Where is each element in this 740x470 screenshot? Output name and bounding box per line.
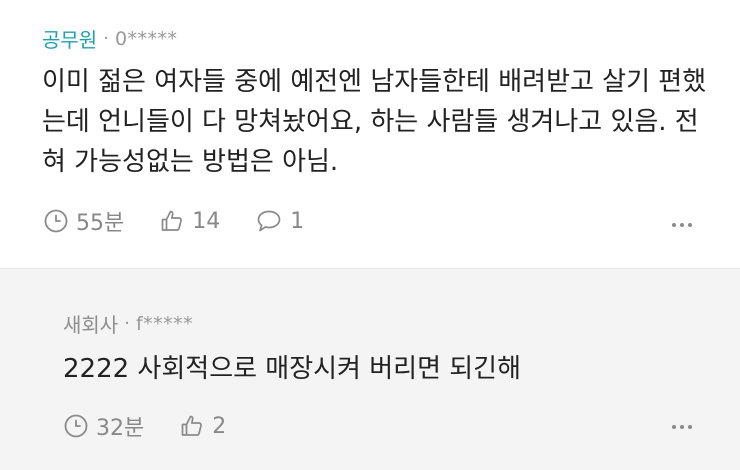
comment-username: 0***** (114, 27, 178, 50)
comment-meta: 공무원 · 0***** (42, 24, 178, 53)
more-dot (688, 223, 692, 227)
more-options-button[interactable] (672, 223, 692, 227)
reply-meta: 새회사 · f***** (63, 309, 193, 338)
reply-count: 1 (290, 208, 305, 234)
timestamp-text: 55분 (76, 211, 125, 236)
meta-separator: · (103, 28, 109, 49)
timestamp-text: 32분 (96, 416, 145, 441)
more-dots-icon (672, 223, 676, 227)
like-button[interactable]: 2 (180, 414, 226, 439)
more-dot (680, 425, 684, 429)
thumbs-up-icon (181, 415, 203, 436)
more-dot (688, 425, 692, 429)
comment-card: 공무원 · 0***** 이미 젊은 여자들 중에 예전엔 남자들한테 배려받고… (0, 0, 740, 268)
meta-separator: · (124, 313, 130, 334)
like-button[interactable]: 14 (160, 209, 220, 234)
more-options-button[interactable] (672, 425, 692, 429)
reply-username: f***** (135, 312, 194, 335)
clock-icon (44, 209, 68, 233)
like-count: 2 (212, 413, 227, 439)
reply-author[interactable]: 새회사 (63, 309, 118, 338)
more-dot (680, 223, 684, 227)
comment-author[interactable]: 공무원 (42, 24, 97, 53)
speech-bubble-icon (257, 210, 281, 232)
comment-body: 이미 젊은 여자들 중에 예전엔 남자들한테 배려받고 살기 편했는데 언니들이… (42, 67, 707, 177)
like-count: 14 (192, 208, 221, 234)
more-dots-icon (672, 425, 676, 429)
timestamp: 55분 (44, 205, 124, 237)
timestamp: 32분 (64, 410, 144, 442)
reply-actions: 32분 2 (64, 410, 262, 442)
reply-button[interactable]: 1 (256, 209, 304, 234)
reply-body: 2222 사회적으로 매장시켜 버리면 되긴해 (63, 354, 522, 384)
thumbs-up-icon (161, 210, 183, 231)
clock-icon (64, 414, 88, 438)
comment-actions: 55분 14 1 (44, 205, 340, 237)
